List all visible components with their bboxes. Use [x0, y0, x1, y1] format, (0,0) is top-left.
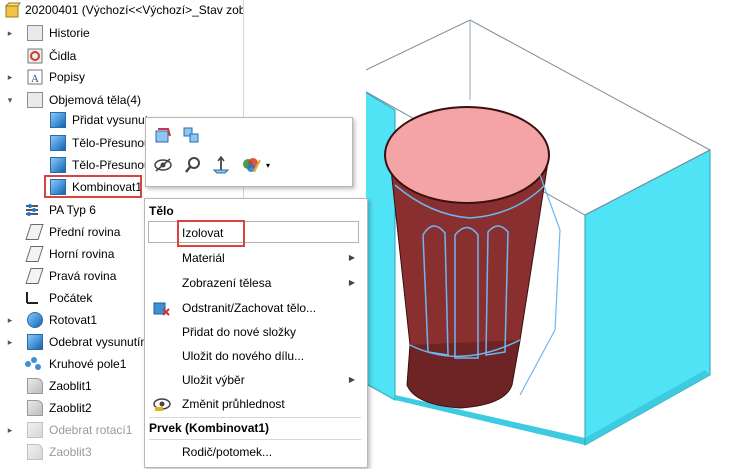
collapse-arrow-icon[interactable]: ▾ [5, 90, 15, 110]
tree-root-label: 20200401 (Výchozí<<Výchozí>_Stav zob [25, 3, 244, 17]
menu-section-body: Tělo [149, 204, 174, 218]
dropdown-arrow-icon[interactable]: ▾ [262, 154, 274, 176]
menu-item-material[interactable]: Materiál ▶ [145, 247, 365, 269]
tree-item-label: Zaoblit3 [49, 445, 92, 459]
tree-item-label: Kruhové pole1 [49, 357, 127, 371]
tree-item-label: Tělo-Přesunou [72, 158, 151, 172]
zoom-to-selection-icon[interactable] [152, 124, 174, 146]
origin-icon [24, 290, 40, 306]
fillet-icon [27, 444, 43, 460]
tree-item-label: Objemová těla(4) [49, 93, 142, 107]
plane-icon [25, 246, 44, 262]
menu-item-delete-keep-body[interactable]: Odstranit/Zachovat tělo... [145, 297, 365, 319]
menu-item-parent-child[interactable]: Rodič/potomek... [145, 441, 365, 463]
menu-item-label: Uložit výběr [182, 373, 245, 387]
folder-icon [27, 92, 43, 108]
menu-item-label: Materiál [182, 251, 225, 265]
menu-item-label: Odstranit/Zachovat tělo... [182, 301, 317, 315]
tree-item-sensors[interactable]: Čidla [0, 46, 243, 66]
tree-item-label: Zaoblit2 [49, 401, 92, 415]
tree-item-label: Přidat vysunut [72, 113, 149, 127]
solid-body-icon [50, 112, 66, 128]
tree-item-label: Odebrat vysunutím [49, 335, 151, 349]
circular-pattern-icon [24, 356, 41, 372]
submenu-arrow-icon: ▶ [348, 375, 355, 384]
expand-arrow-icon[interactable]: ▸ [5, 310, 15, 330]
submenu-arrow-icon: ▶ [348, 253, 355, 262]
menu-item-label: Uložit do nového dílu... [182, 349, 305, 363]
cut-revolve-icon [27, 422, 43, 438]
edit-part-icon[interactable] [180, 124, 202, 146]
cut-extrude-icon [27, 334, 43, 350]
zoom-icon[interactable] [182, 154, 204, 176]
submenu-arrow-icon: ▶ [348, 278, 355, 287]
menu-item-label: Rodič/potomek... [182, 445, 273, 459]
tree-item-label: Zaoblit1 [49, 379, 92, 393]
fillet-icon [27, 400, 43, 416]
delete-body-icon [153, 300, 171, 323]
svg-text:A: A [31, 73, 39, 85]
appearance-icon[interactable] [240, 154, 262, 176]
menu-separator [149, 439, 361, 440]
tree-item-solid-bodies[interactable]: ▾ Objemová těla(4) [0, 90, 243, 110]
revolve-icon [27, 312, 43, 328]
graphics-area[interactable] [344, 0, 750, 466]
tree-item-label: Rotovat1 [49, 313, 98, 327]
context-toolbar: ▾ [145, 117, 353, 187]
menu-section-feature: Prvek (Kombinovat1) [149, 421, 270, 435]
menu-item-body-display[interactable]: Zobrazení tělesa ▶ [145, 272, 365, 294]
tree-item-label: Horní rovina [49, 247, 115, 261]
menu-item-label: Přidat do nové složky [182, 325, 297, 339]
tree-item-label: Čidla [49, 49, 77, 63]
tree-item-label: Pravá rovina [49, 269, 117, 283]
tree-item-label: Historie [49, 26, 90, 40]
expand-arrow-icon[interactable]: ▸ [5, 67, 15, 87]
transparency-icon [153, 396, 171, 419]
tree-item-label: Tělo-Přesunou [72, 136, 151, 150]
solid-body-icon [50, 135, 66, 151]
expand-arrow-icon[interactable]: ▸ [5, 420, 15, 440]
selection-highlight [44, 175, 142, 198]
tree-item-label: Přední rovina [49, 225, 121, 239]
tree-item-label: Popisy [49, 70, 86, 84]
tree-item-label: Počátek [49, 291, 93, 305]
model-view [344, 19, 712, 446]
menu-item-add-to-folder[interactable]: Přidat do nové složky [145, 321, 365, 343]
hide-icon[interactable] [152, 154, 174, 176]
annotation-icon: A [27, 69, 43, 85]
menu-item-change-transparency[interactable]: Změnit průhlednost [145, 393, 365, 415]
tree-root[interactable]: 20200401 (Výchozí<<Výchozí>_Stav zob [0, 0, 243, 20]
plane-icon [25, 224, 44, 240]
sensor-icon [27, 48, 43, 64]
solid-body-icon [50, 157, 66, 173]
menu-item-save-selection[interactable]: Uložit výběr ▶ [145, 369, 365, 391]
history-icon [27, 25, 43, 41]
fillet-icon [27, 378, 43, 394]
tree-item-annotations[interactable]: ▸ A Popisy [0, 67, 243, 87]
expand-arrow-icon[interactable]: ▸ [5, 23, 15, 43]
context-menu: Tělo Izolovat Materiál ▶ Zobrazení těles… [144, 198, 368, 468]
plane-icon [25, 268, 44, 284]
tree-item-history[interactable]: ▸ Historie [0, 23, 243, 43]
part-icon [4, 2, 21, 18]
menu-item-save-to-part[interactable]: Uložit do nového dílu... [145, 345, 365, 367]
normal-to-icon[interactable] [210, 154, 232, 176]
tree-item-label: Odebrat rotací1 [49, 423, 133, 437]
display-state-icon [24, 202, 40, 218]
tree-item-label: PA Typ 6 [49, 203, 96, 217]
menu-item-label: Zobrazení tělesa [182, 276, 272, 290]
menu-item-label: Změnit průhlednost [182, 397, 285, 411]
isolate-red-highlight [177, 220, 245, 247]
expand-arrow-icon[interactable]: ▸ [5, 332, 15, 352]
